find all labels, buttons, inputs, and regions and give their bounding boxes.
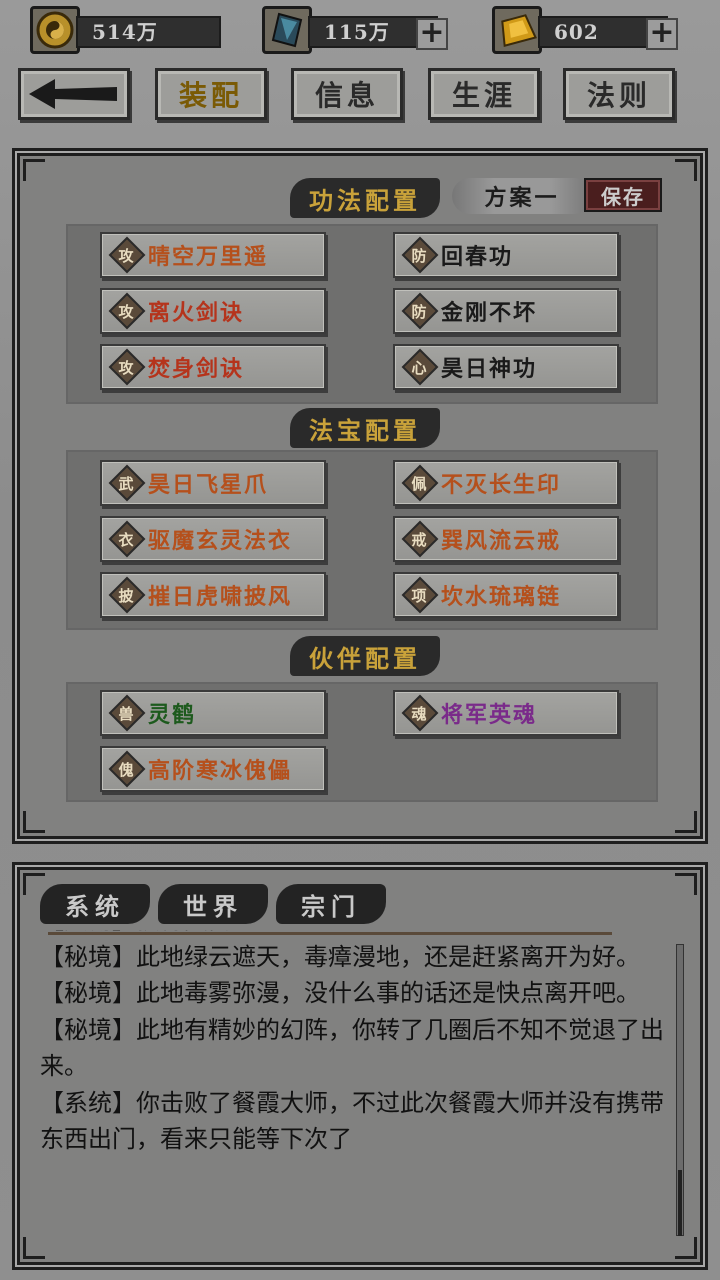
slot-type-badge: 攻 xyxy=(112,352,142,382)
skill-name: 离火剑诀 xyxy=(148,300,245,326)
slot-type-label: 攻 xyxy=(118,302,136,321)
slot-type-badge: 佩 xyxy=(405,468,435,498)
treasure-config-header: 法宝配置 xyxy=(290,408,440,448)
panel-corner xyxy=(23,159,45,181)
treasure-slot[interactable]: 武昊日飞星爪 xyxy=(100,460,326,506)
slot-type-badge: 魂 xyxy=(405,698,435,728)
slot-type-badge: 项 xyxy=(405,580,435,610)
panel-corner xyxy=(23,811,45,833)
partner-name: 将军英魂 xyxy=(441,702,538,728)
slot-type-label: 戒 xyxy=(411,530,429,549)
slot-type-badge: 武 xyxy=(112,468,142,498)
partner-name: 灵鹤 xyxy=(148,702,197,728)
slot-type-badge: 披 xyxy=(112,580,142,610)
skill-slot[interactable]: 心昊日神功 xyxy=(393,344,619,390)
slot-type-label: 防 xyxy=(411,246,429,265)
slot-type-label: 傀 xyxy=(118,760,136,779)
treasure-name: 摧日虎啸披风 xyxy=(148,584,293,610)
treasure-slot[interactable]: 衣驱魔玄灵法衣 xyxy=(100,516,326,562)
treasure-name: 不灭长生印 xyxy=(441,472,562,498)
partner-slot[interactable]: 兽灵鹤 xyxy=(100,690,326,736)
slot-type-label: 项 xyxy=(411,586,429,605)
chat-tab-world[interactable]: 世界 xyxy=(158,884,268,924)
slot-type-badge: 攻 xyxy=(112,240,142,270)
panel-corner xyxy=(675,1237,697,1259)
slot-type-badge: 防 xyxy=(405,240,435,270)
treasure-slot[interactable]: 披摧日虎啸披风 xyxy=(100,572,326,618)
gold-gem-icon xyxy=(492,6,542,54)
treasure-name: 坎水琉璃链 xyxy=(441,584,562,610)
partner-name: 高阶寒冰傀儡 xyxy=(148,758,293,784)
panel-corner xyxy=(675,811,697,833)
tab-career[interactable]: 生涯 xyxy=(428,68,540,120)
skill-name: 焚身剑诀 xyxy=(148,356,245,382)
add-crystal-button[interactable]: + xyxy=(416,18,448,50)
skill-slot[interactable]: 防回春功 xyxy=(393,232,619,278)
scheme-selector[interactable]: 方案一 xyxy=(452,178,592,214)
coin-icon xyxy=(30,6,80,54)
treasure-slot[interactable]: 戒巽风流云戒 xyxy=(393,516,619,562)
partner-config-header: 伙伴配置 xyxy=(290,636,440,676)
chat-message: 【奖励】获得灵鹤x1 xyxy=(40,930,670,939)
currency-gold: 602 + xyxy=(492,6,682,54)
slot-type-label: 披 xyxy=(118,586,136,605)
slot-type-badge: 傀 xyxy=(112,754,142,784)
chat-message: 【系统】你击败了餐霞大师，不过此次餐霞大师并没有携带东西出门，看来只能等下次了 xyxy=(40,1088,664,1154)
treasure-name: 昊日飞星爪 xyxy=(148,472,269,498)
panel-corner xyxy=(23,1237,45,1259)
chat-log[interactable]: 【奖励】获得灵鹤x1 【秘境】此地绿云遮天，毒瘴漫地，还是赶紧离开为好。 【秘境… xyxy=(40,930,670,1240)
crystal-icon xyxy=(262,6,312,54)
coin-value: 514万 xyxy=(76,16,221,48)
chat-tab-system[interactable]: 系统 xyxy=(40,884,150,924)
slot-type-badge: 防 xyxy=(405,296,435,326)
partner-slot[interactable]: 魂将军英魂 xyxy=(393,690,619,736)
slot-type-badge: 衣 xyxy=(112,524,142,554)
skill-name: 晴空万里遥 xyxy=(148,244,269,270)
treasure-slot[interactable]: 佩不灭长生印 xyxy=(393,460,619,506)
chat-message: 【秘境】此地毒雾弥漫，没什么事的话还是快点离开吧。 xyxy=(40,979,640,1007)
slot-type-label: 攻 xyxy=(118,246,136,265)
chat-tab-sect[interactable]: 宗门 xyxy=(276,884,386,924)
tab-rules[interactable]: 法则 xyxy=(563,68,675,120)
slot-type-label: 兽 xyxy=(118,704,136,723)
slot-type-badge: 心 xyxy=(405,352,435,382)
slot-type-label: 防 xyxy=(411,302,429,321)
slot-type-badge: 兽 xyxy=(112,698,142,728)
skill-slot[interactable]: 攻焚身剑诀 xyxy=(100,344,326,390)
back-arrow-icon xyxy=(29,79,117,109)
slot-type-label: 武 xyxy=(118,474,136,493)
treasure-slot[interactable]: 项坎水琉璃链 xyxy=(393,572,619,618)
skill-slot[interactable]: 攻离火剑诀 xyxy=(100,288,326,334)
skill-name: 回春功 xyxy=(441,244,514,270)
slot-type-badge: 攻 xyxy=(112,296,142,326)
skill-name: 金刚不坏 xyxy=(441,300,538,326)
panel-corner xyxy=(675,159,697,181)
slot-type-label: 佩 xyxy=(411,474,429,493)
slot-type-label: 攻 xyxy=(118,358,136,377)
skill-slot[interactable]: 攻晴空万里遥 xyxy=(100,232,326,278)
save-button[interactable]: 保存 xyxy=(584,178,662,212)
panel-corner xyxy=(675,873,697,895)
skill-name: 昊日神功 xyxy=(441,356,538,382)
chat-scroll-thumb[interactable] xyxy=(678,1170,682,1236)
slot-type-badge: 戒 xyxy=(405,524,435,554)
currency-coin: 514万 xyxy=(30,6,221,54)
chat-message: 【秘境】此地绿云遮天，毒瘴漫地，还是赶紧离开为好。 xyxy=(40,942,640,971)
partner-slot[interactable]: 傀高阶寒冰傀儡 xyxy=(100,746,326,792)
skill-slot[interactable]: 防金刚不坏 xyxy=(393,288,619,334)
currency-crystal: 115万 + xyxy=(262,6,452,54)
add-gold-button[interactable]: + xyxy=(646,18,678,50)
treasure-name: 巽风流云戒 xyxy=(441,528,562,554)
chat-message: 【秘境】此地有精妙的幻阵，你转了几圈后不知不觉退了出来。 xyxy=(40,1015,664,1081)
slot-type-label: 魂 xyxy=(411,704,429,723)
slot-type-label: 心 xyxy=(411,358,429,377)
panel-corner xyxy=(23,873,45,895)
tab-info[interactable]: 信息 xyxy=(291,68,403,120)
slot-type-label: 衣 xyxy=(118,530,136,549)
tab-equip[interactable]: 装配 xyxy=(155,68,267,120)
skill-config-header: 功法配置 xyxy=(290,178,440,218)
treasure-name: 驱魔玄灵法衣 xyxy=(148,528,293,554)
back-button[interactable] xyxy=(18,68,130,120)
